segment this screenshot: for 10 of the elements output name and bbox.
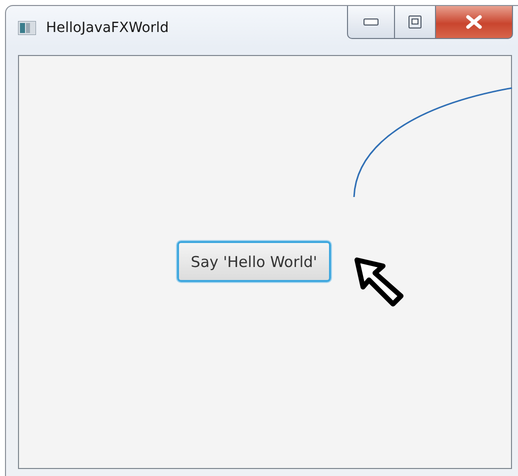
maximize-icon — [408, 15, 422, 29]
minimize-icon — [363, 18, 379, 26]
say-hello-button[interactable]: Say 'Hello World' — [176, 241, 332, 282]
cursor-icon — [353, 256, 405, 308]
maximize-button[interactable] — [395, 6, 436, 39]
app-icon — [18, 21, 36, 35]
close-button[interactable] — [436, 6, 513, 39]
close-icon — [465, 15, 483, 29]
minimize-button[interactable] — [347, 6, 395, 39]
window-title: HelloJavaFXWorld — [46, 20, 169, 36]
